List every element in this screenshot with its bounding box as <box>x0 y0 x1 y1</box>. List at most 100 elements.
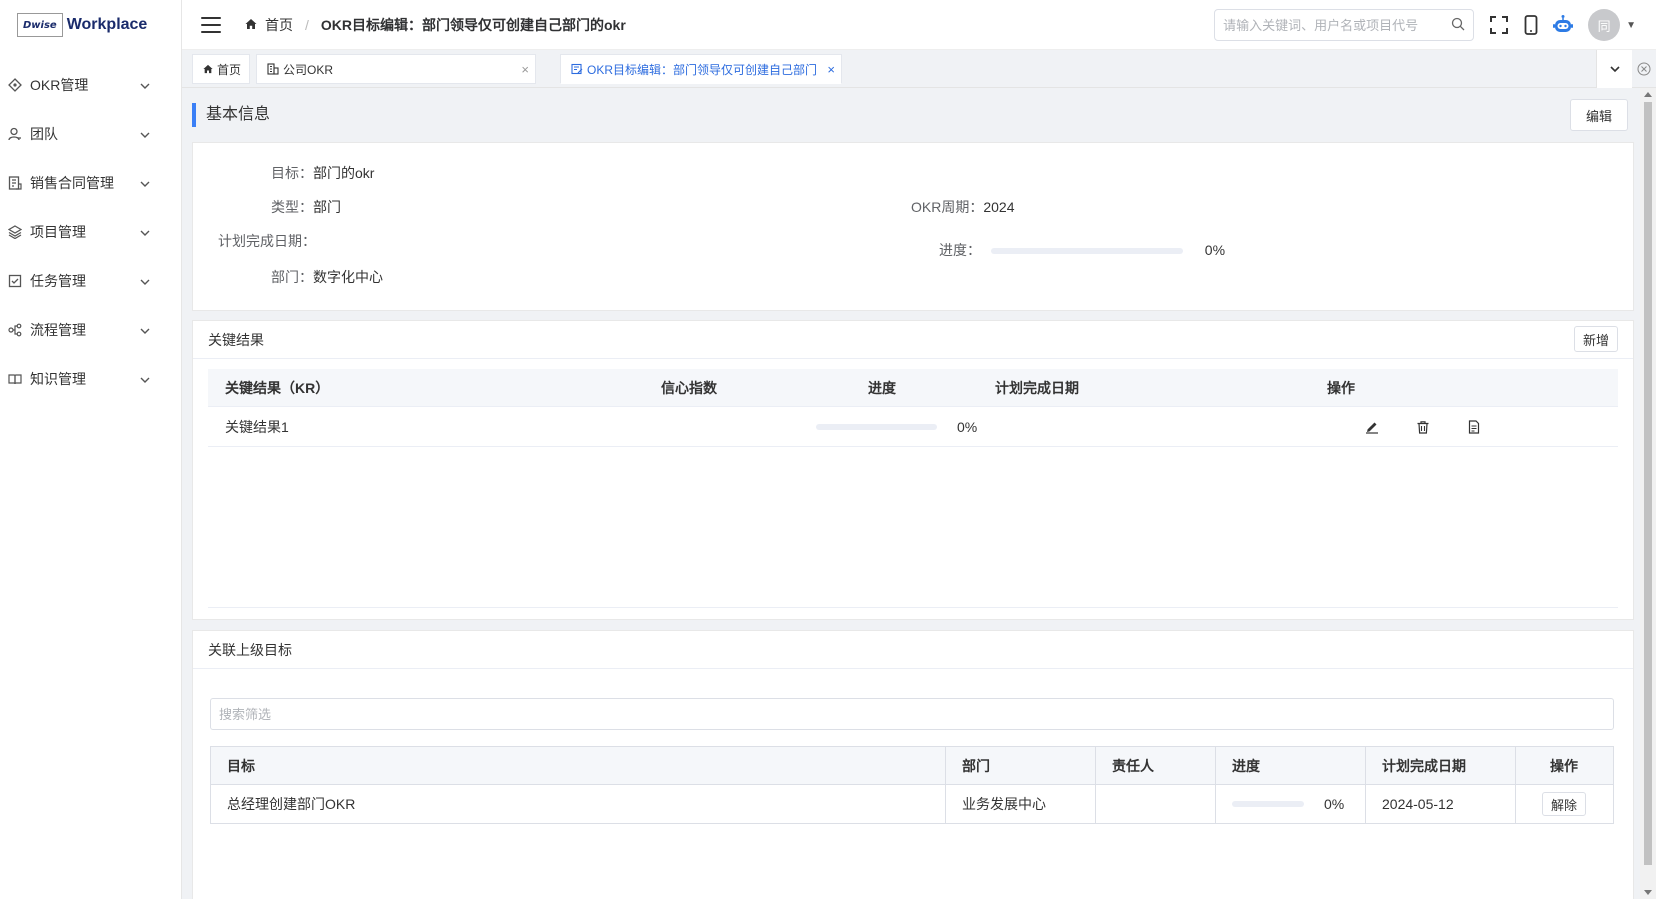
plan-date-label: 计划完成日期： <box>218 233 316 249</box>
divider <box>208 607 1618 608</box>
tab-label: 首页 <box>217 62 242 77</box>
menu-toggle-icon[interactable] <box>201 16 221 33</box>
mobile-icon[interactable] <box>1520 14 1542 36</box>
parent-goal-dept: 业务发展中心 <box>946 785 1096 823</box>
parent-goals-title: 关联上级目标 <box>208 641 292 658</box>
logo-badge: Dwise <box>17 13 63 37</box>
chevron-down-icon <box>139 324 151 336</box>
progress-text: 0% <box>1204 242 1226 258</box>
parent-goals-card: 关联上级目标 目标 部门 责任人 进度 计划完成日期 操作 总经理创建部门OKR… <box>192 630 1634 899</box>
col-progress: 进度 <box>1216 746 1366 785</box>
table-row: 总经理创建部门OKR 业务发展中心 0% 2024-05-12 解除 <box>211 785 1613 823</box>
table-header: 关键结果（KR） 信心指数 进度 计划完成日期 操作 <box>208 369 1618 407</box>
parent-goals-table: 目标 部门 责任人 进度 计划完成日期 操作 总经理创建部门OKR 业务发展中心… <box>210 746 1614 824</box>
sidebar-item-label: 任务管理 <box>30 272 86 289</box>
contract-icon <box>7 175 23 191</box>
delete-icon[interactable] <box>1415 419 1431 435</box>
page-scrollbar[interactable] <box>1640 88 1656 899</box>
sidebar-item-label: 销售合同管理 <box>30 174 114 191</box>
search-input[interactable] <box>1223 17 1452 33</box>
tab-okr-edit[interactable]: OKR目标编辑：部门领导仅可创建自己部门的okr × <box>560 54 842 84</box>
detail-doc-icon[interactable] <box>1466 419 1482 435</box>
type-label: 类型： <box>271 199 313 215</box>
edit-icon[interactable] <box>1364 419 1380 435</box>
filter-search-input[interactable] <box>210 698 1614 730</box>
robot-assistant-icon[interactable] <box>1552 14 1574 36</box>
close-icon[interactable]: × <box>827 62 835 77</box>
sidebar-item-knowledge[interactable]: 知识管理 <box>0 354 181 403</box>
progress-bar <box>990 248 1183 255</box>
tab-company-okr[interactable]: 公司OKR × <box>256 54 536 84</box>
sidebar-item-label: 团队 <box>30 125 58 142</box>
sidebar-item-label: 项目管理 <box>30 223 86 240</box>
edit-doc-icon <box>571 63 583 75</box>
progress-label: 进度： <box>939 242 981 258</box>
close-icon[interactable]: × <box>521 62 529 77</box>
scroll-down-icon[interactable] <box>1644 890 1652 895</box>
scroll-up-icon[interactable] <box>1644 92 1652 97</box>
fullscreen-icon[interactable] <box>1488 14 1510 36</box>
sidebar-menu: OKR管理 团队 销售合同管理 项目管理 任务管理 流程管理 知识管理 <box>0 60 181 403</box>
type-value: 部门 <box>313 199 341 215</box>
sidebar-item-flow[interactable]: 流程管理 <box>0 305 181 354</box>
parent-goal-plan-date: 2024-05-12 <box>1366 785 1516 823</box>
progress-field: 进度： 0% <box>939 240 1225 260</box>
table-header: 目标 部门 责任人 进度 计划完成日期 操作 <box>211 746 1613 785</box>
dept-label: 部门： <box>271 269 313 285</box>
layers-icon <box>7 224 23 240</box>
type-field: 类型：部门 <box>271 197 341 217</box>
breadcrumb-current: OKR目标编辑：部门领导仅可创建自己部门的okr <box>320 16 626 33</box>
tabs-dropdown-icon[interactable] <box>1596 50 1632 88</box>
key-results-title: 关键结果 <box>208 331 264 348</box>
parent-goal-owner <box>1096 785 1216 823</box>
dept-value: 数字化中心 <box>313 269 383 285</box>
building-icon <box>267 63 279 75</box>
period-value: 2024 <box>983 199 1015 215</box>
tabs-bar: 首页 公司OKR × OKR目标编辑：部门领导仅可创建自己部门的okr × <box>182 50 1656 88</box>
logo-text: Workplace <box>66 16 148 33</box>
sidebar-item-contract[interactable]: 销售合同管理 <box>0 158 181 207</box>
sidebar-item-label: 流程管理 <box>30 321 86 338</box>
chevron-down-icon <box>139 128 151 140</box>
col-actions: 操作 <box>1550 757 1578 774</box>
global-search <box>1214 9 1475 41</box>
breadcrumb-separator: / <box>305 16 309 33</box>
home-icon <box>203 64 213 74</box>
top-header: 首页 / OKR目标编辑：部门领导仅可创建自己部门的okr 同 ▼ <box>182 0 1656 50</box>
tab-home[interactable]: 首页 <box>192 54 250 84</box>
header-actions: 同 ▼ <box>1214 0 1656 50</box>
parent-goal-name: 总经理创建部门OKR <box>211 785 946 823</box>
progress-text: 0% <box>957 418 978 435</box>
app-logo[interactable]: Dwise Workplace <box>0 0 181 50</box>
team-icon <box>7 126 23 142</box>
unbind-button[interactable]: 解除 <box>1542 792 1586 816</box>
chevron-down-icon <box>139 226 151 238</box>
key-results-header: 关键结果 新增 <box>193 321 1633 359</box>
col-owner: 责任人 <box>1096 746 1216 785</box>
caret-down-icon[interactable]: ▼ <box>1626 20 1636 31</box>
breadcrumb: 首页 / OKR目标编辑：部门领导仅可创建自己部门的okr <box>245 15 626 35</box>
breadcrumb-home[interactable]: 首页 <box>265 15 293 35</box>
period-field: OKR周期：2024 <box>911 197 1015 217</box>
key-results-table: 关键结果（KR） 信心指数 进度 计划完成日期 操作 关键结果1 0% <box>208 369 1618 447</box>
tab-label: OKR目标编辑：部门领导仅可创建自己部门的okr <box>587 62 817 77</box>
close-all-tabs-icon[interactable] <box>1632 50 1656 88</box>
sidebar-item-project[interactable]: 项目管理 <box>0 207 181 256</box>
avatar[interactable]: 同 <box>1588 9 1621 41</box>
task-icon <box>7 273 23 289</box>
okr-icon <box>7 77 23 93</box>
sidebar-item-okr[interactable]: OKR管理 <box>0 60 181 109</box>
progress-bar <box>1232 801 1304 807</box>
goal-label: 目标： <box>271 165 313 181</box>
edit-button[interactable]: 编辑 <box>1570 99 1628 131</box>
scrollbar-thumb[interactable] <box>1644 102 1652 865</box>
search-icon[interactable] <box>1451 17 1465 34</box>
add-kr-button[interactable]: 新增 <box>1574 326 1618 352</box>
key-results-card: 关键结果 新增 关键结果（KR） 信心指数 进度 计划完成日期 操作 关键结果1… <box>192 320 1634 620</box>
chevron-down-icon <box>139 177 151 189</box>
sidebar-item-task[interactable]: 任务管理 <box>0 256 181 305</box>
kr-progress: 0% <box>816 419 1016 435</box>
col-kr: 关键结果（KR） <box>225 379 330 396</box>
chevron-down-icon <box>139 79 151 91</box>
sidebar-item-team[interactable]: 团队 <box>0 109 181 158</box>
